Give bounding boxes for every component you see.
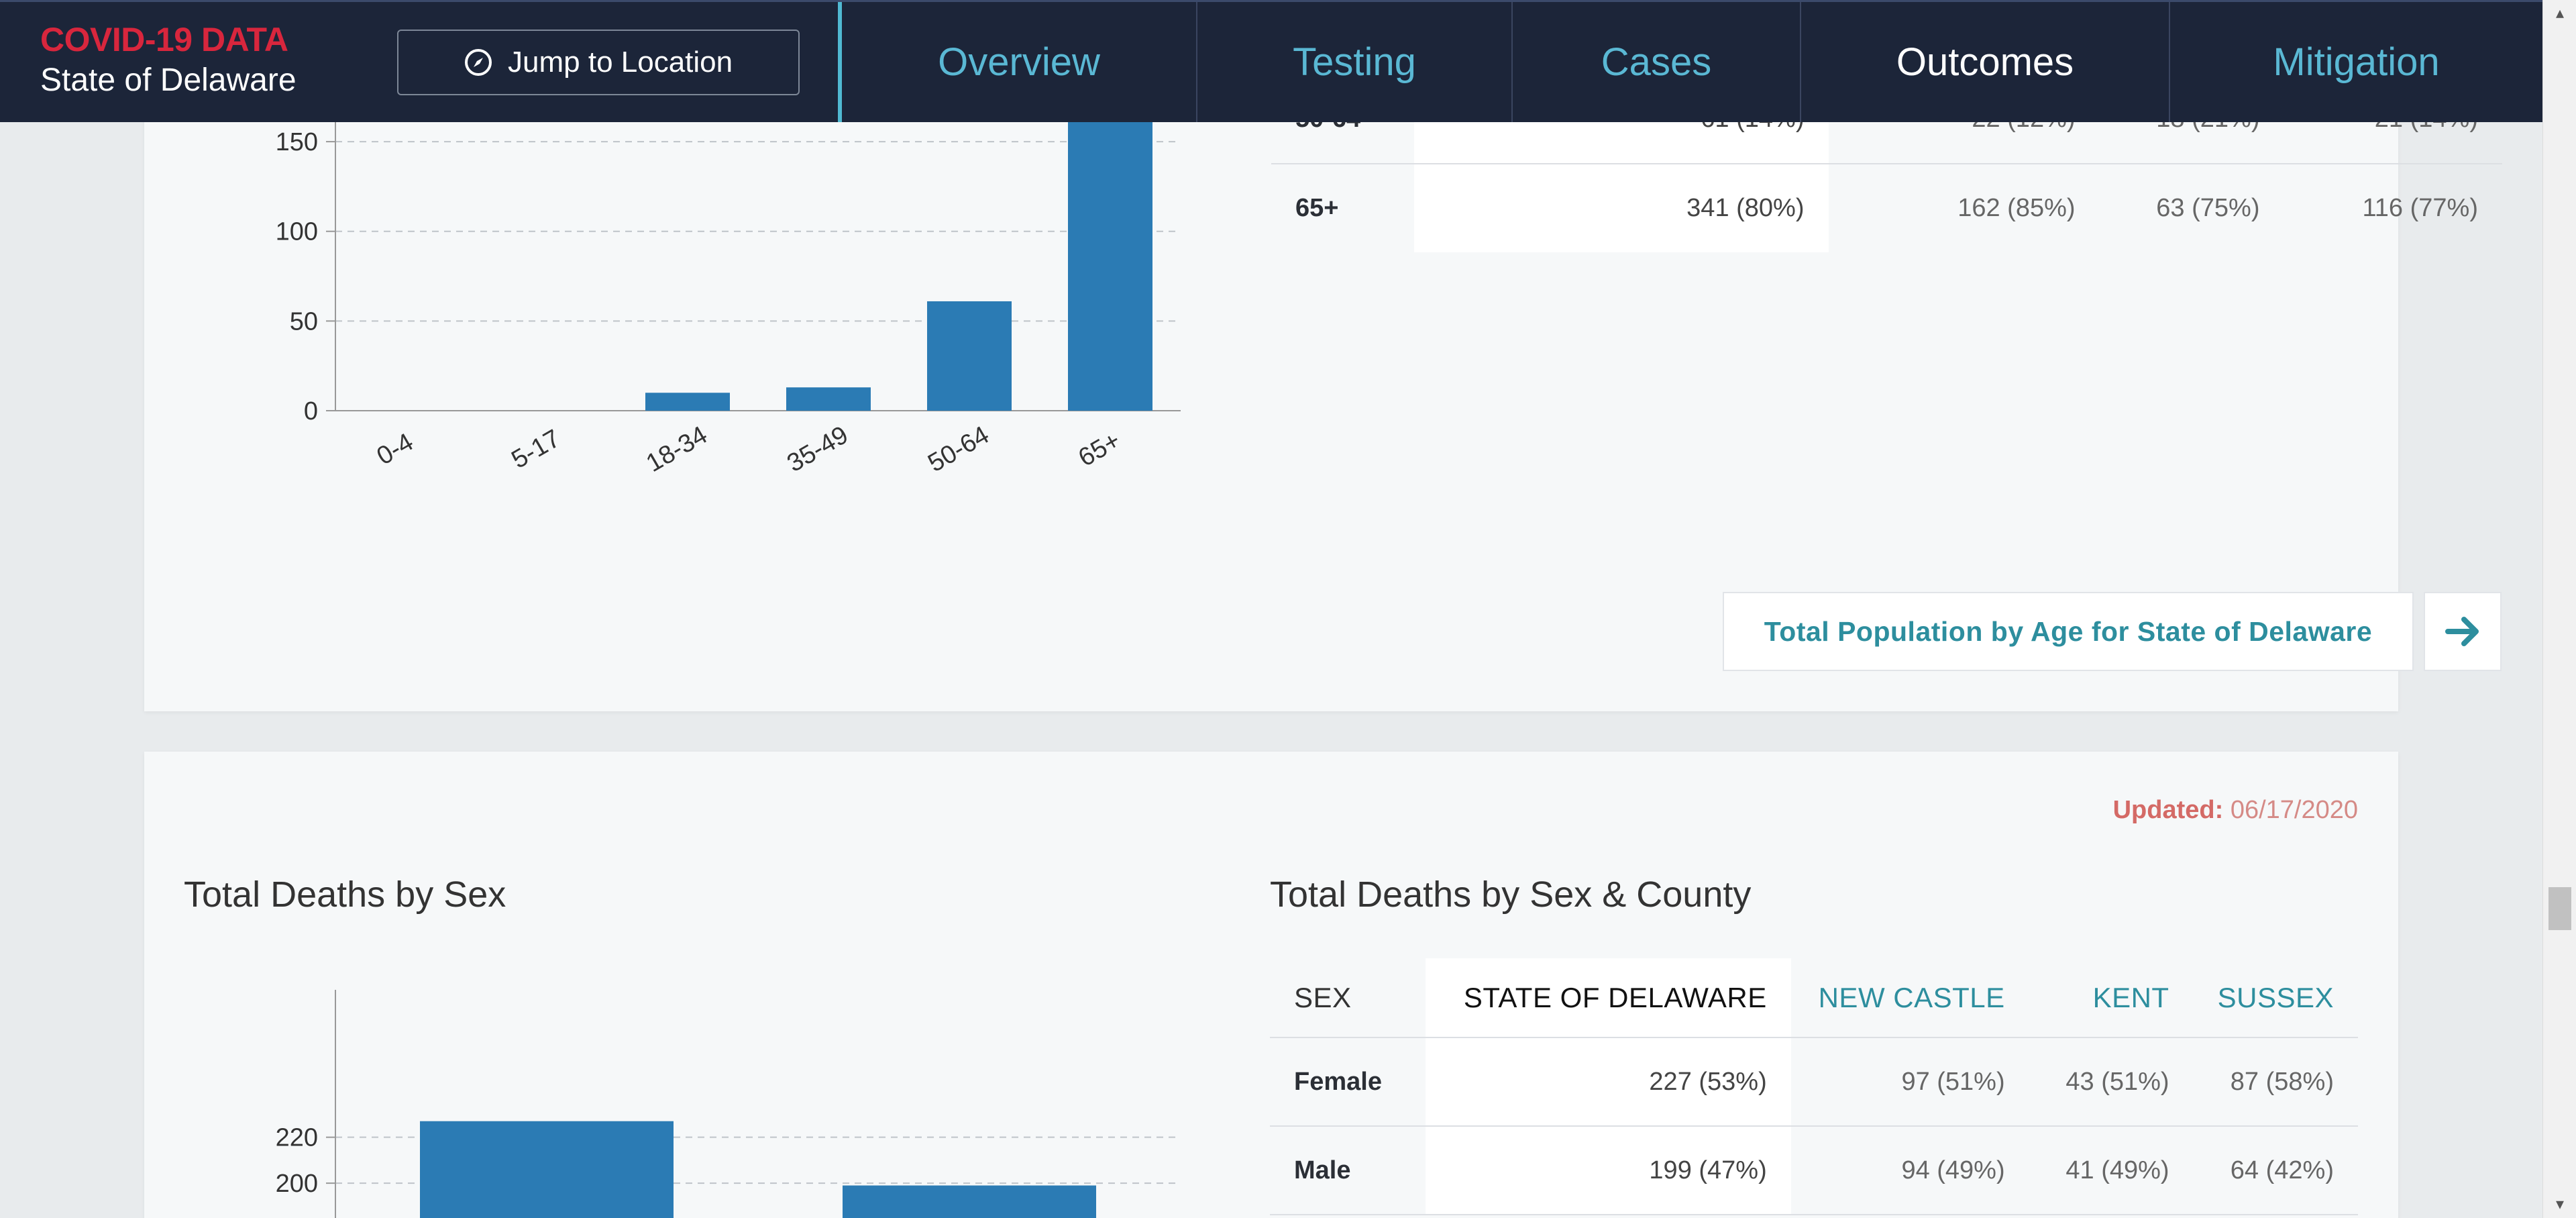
table-row: 65+ 341 (80%) 162 (85%) 63 (75%) 116 (77…	[1271, 164, 2502, 252]
x-tick-label: 18-34	[641, 421, 712, 478]
tab-outcomes[interactable]: Outcomes	[1801, 2, 2170, 122]
header-sex[interactable]: SEX	[1270, 958, 1426, 1038]
row-label-65-plus: 65+	[1295, 194, 1339, 222]
tab-mitigation[interactable]: Mitigation	[2170, 2, 2542, 122]
brand-subtitle: State of Delaware	[40, 62, 297, 98]
y-tick-label: 0	[304, 397, 318, 425]
cell-sussex: 116 (77%)	[2362, 194, 2478, 222]
x-tick-label: 65+	[1074, 426, 1126, 472]
bar	[843, 1185, 1096, 1218]
updated-label: Updated:	[2112, 796, 2224, 824]
x-tick-label: 0-4	[372, 428, 419, 471]
arrow-right-icon	[2445, 617, 2479, 646]
scroll-up-arrow-icon[interactable]: ▴	[2543, 0, 2576, 27]
y-tick-label: 50	[290, 307, 318, 336]
x-tick-label: 5-17	[507, 424, 566, 474]
population-link-arrow-button[interactable]	[2424, 592, 2502, 671]
header-sussex[interactable]: SUSSEX	[2193, 958, 2358, 1038]
jump-to-location-label: Jump to Location	[508, 45, 733, 79]
cell-new-castle: 94 (49%)	[1790, 1126, 2029, 1215]
cell-new-castle: 97 (51%)	[1790, 1037, 2029, 1127]
x-tick-label: 50-64	[923, 421, 994, 478]
row-label-male: Male	[1270, 1126, 1426, 1215]
deaths-by-sex-title: Total Deaths by Sex	[184, 874, 506, 915]
updated-value: 06/17/2020	[2230, 796, 2358, 824]
scrollbar-thumb[interactable]	[2548, 887, 2571, 930]
cell-sussex: 87 (58%)	[2193, 1037, 2358, 1127]
bar	[786, 387, 871, 411]
deaths-by-sex-county-title: Total Deaths by Sex & County	[1270, 874, 1752, 915]
section-nav: Overview Testing Cases Outcomes Mitigati…	[838, 2, 2542, 122]
deaths-by-sex-chart: 180 200 220	[276, 990, 1181, 1218]
updated-date: Updated: 06/17/2020	[2012, 796, 2358, 825]
y-tick-label: 180	[276, 1216, 318, 1218]
cell-kent: 41 (49%)	[2029, 1126, 2194, 1215]
scroll-down-arrow-icon[interactable]: ▾	[2543, 1191, 2576, 1218]
cell-state: 227 (53%)	[1425, 1037, 1791, 1127]
bar	[1068, 122, 1152, 411]
deaths-by-sex-county-table: SEX STATE OF DELAWARE NEW CASTLE KENT SU…	[1270, 958, 2358, 1215]
tab-overview[interactable]: Overview	[842, 2, 1197, 122]
cell-kent: 63 (75%)	[2156, 194, 2260, 222]
header-kent[interactable]: KENT	[2029, 958, 2194, 1038]
cell-state: 199 (47%)	[1425, 1126, 1791, 1215]
header-state-of-delaware[interactable]: STATE OF DELAWARE	[1425, 958, 1791, 1038]
tab-cases[interactable]: Cases	[1513, 2, 1801, 122]
brand-title: COVID-19 DATA	[40, 21, 288, 58]
cell-kent: 43 (51%)	[2029, 1037, 2194, 1127]
header-new-castle[interactable]: NEW CASTLE	[1790, 958, 2029, 1038]
bar	[645, 393, 730, 411]
total-population-by-age-link[interactable]: Total Population by Age for State of Del…	[1723, 592, 2414, 671]
jump-to-location-button[interactable]: Jump to Location	[396, 29, 800, 95]
table-header-row: SEX STATE OF DELAWARE NEW CASTLE KENT SU…	[1270, 958, 2358, 1038]
cell-sussex: 64 (42%)	[2193, 1126, 2358, 1215]
top-navigation-bar: COVID-19 DATA State of Delaware Jump to …	[0, 0, 2542, 122]
cell-state: 341 (80%)	[1414, 164, 1829, 252]
table-row: Female 227 (53%) 97 (51%) 43 (51%) 87 (5…	[1270, 1037, 2358, 1127]
row-label-female: Female	[1270, 1037, 1426, 1127]
brand[interactable]: COVID-19 DATA State of Delaware	[0, 2, 376, 122]
y-tick-label: 150	[276, 128, 318, 156]
y-tick-label: 220	[276, 1124, 318, 1152]
page-scrollbar[interactable]: ▴ ▾	[2542, 0, 2576, 1218]
table-row: Male 199 (47%) 94 (49%) 41 (49%) 64 (42%…	[1270, 1126, 2358, 1215]
y-tick-label: 200	[276, 1170, 318, 1198]
compass-icon	[465, 48, 492, 76]
bar	[927, 301, 1012, 411]
x-tick-label: 35-49	[782, 421, 853, 478]
tab-testing[interactable]: Testing	[1197, 2, 1513, 122]
y-tick-label: 100	[276, 218, 318, 246]
cell-new-castle: 162 (85%)	[1957, 194, 2076, 222]
bar	[420, 1121, 674, 1218]
